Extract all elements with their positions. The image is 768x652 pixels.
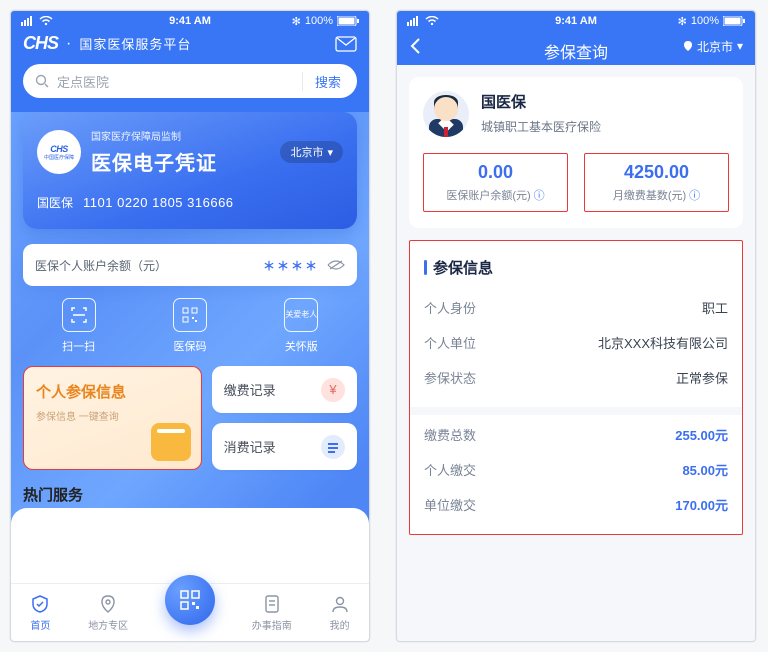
tab-bar: 首页 地方专区 办事指南 我的 (11, 583, 369, 641)
scan-icon (62, 298, 96, 332)
profile-card: 国医保 城镇职工基本医疗保险 0.00 医保账户余额(元)ⓘ 4250.00 月… (409, 77, 743, 228)
app-logo: CHS (23, 33, 58, 54)
signal-icon (407, 16, 421, 26)
folder-icon (151, 423, 191, 461)
tab-local[interactable]: 地方专区 (88, 593, 128, 632)
insurance-type: 城镇职工基本医疗保险 (481, 118, 601, 135)
status-bar: 9:41 AM ✻ 100% (11, 11, 369, 31)
quick-actions: 扫一扫 医保码 关爱老人 关怀版 (23, 298, 357, 354)
row-total: 缴费总数255.00元 (424, 417, 728, 452)
chevron-down-icon: ▾ (327, 146, 333, 159)
personal-insurance-subtitle: 参保信息 一键查询 (36, 408, 189, 423)
app-header: CHS · 国家医保服务平台 (11, 31, 369, 60)
card-supervisor: 国家医疗保障局监制 (91, 128, 217, 143)
user-icon (329, 593, 351, 615)
bluetooth-icon: ✻ (678, 15, 687, 28)
tab-mine[interactable]: 我的 (329, 593, 351, 632)
back-icon[interactable] (409, 37, 421, 55)
chevron-down-icon: ▾ (737, 39, 743, 53)
balance-value: 0.00 (430, 162, 561, 183)
search-icon (35, 74, 49, 88)
care-action[interactable]: 关爱老人 关怀版 (284, 298, 318, 354)
payment-record-card[interactable]: 缴费记录 ¥ (212, 366, 357, 413)
chs-badge-icon: CHS中国医疗保障 (37, 130, 81, 174)
eye-icon[interactable] (327, 259, 345, 271)
header: 9:41 AM ✻ 100% 参保查询 北京市 ▾ (397, 11, 755, 65)
body: 国医保 城镇职工基本医疗保险 0.00 医保账户余额(元)ⓘ 4250.00 月… (397, 65, 755, 641)
info-cards: 个人参保信息 参保信息 一键查询 缴费记录 ¥ 消费记录 (23, 366, 357, 470)
card-holder-name: 国医保 (37, 194, 73, 211)
tab-home[interactable]: 首页 (29, 593, 51, 632)
status-bar: 9:41 AM ✻ 100% (397, 11, 755, 31)
location-selector[interactable]: 北京市 ▾ (683, 38, 743, 55)
doc-icon (261, 593, 283, 615)
list-icon (321, 435, 345, 459)
qrcode-icon (173, 298, 207, 332)
search-placeholder: 定点医院 (57, 72, 302, 91)
qrcode-label: 医保码 (173, 338, 206, 354)
bluetooth-icon: ✻ (292, 15, 301, 28)
header: 9:41 AM ✻ 100% CHS · 国家医保服务平台 定点医院 搜索 (11, 11, 369, 112)
battery-icon (723, 16, 745, 26)
hot-services-title: 热门服务 (23, 484, 83, 505)
personal-insurance-card[interactable]: 个人参保信息 参保信息 一键查询 (23, 366, 202, 470)
pin-icon (97, 593, 119, 615)
yen-icon: ¥ (321, 378, 345, 402)
info-icon[interactable]: ⓘ (689, 187, 700, 203)
base-value: 4250.00 (591, 162, 722, 183)
battery-icon (337, 16, 359, 26)
row-company: 个人单位北京XXX科技有限公司 (424, 325, 728, 360)
base-stat[interactable]: 4250.00 月缴费基数(元)ⓘ (584, 153, 729, 212)
payment-record-label: 缴费记录 (224, 380, 276, 399)
qr-icon (179, 589, 201, 611)
city-selector[interactable]: 北京市 ▾ (280, 141, 343, 163)
avatar (423, 91, 469, 137)
insurance-info-card: 参保信息 个人身份职工 个人单位北京XXX科技有限公司 参保状态正常参保 缴费总… (409, 240, 743, 535)
tab-guide[interactable]: 办事指南 (252, 593, 292, 632)
shield-icon (29, 593, 51, 615)
balance-bar[interactable]: 医保个人账户余额（元） ＊＊＊＊ (23, 244, 357, 286)
wifi-icon (425, 16, 439, 26)
expense-record-card[interactable]: 消费记录 (212, 423, 357, 470)
center-qr-button[interactable] (165, 575, 215, 625)
row-status: 参保状态正常参保 (424, 360, 728, 395)
app-title: 国家医保服务平台 (79, 34, 191, 53)
scan-action[interactable]: 扫一扫 (62, 298, 96, 354)
city-label: 北京市 (290, 144, 323, 160)
info-section-title: 参保信息 (433, 257, 493, 278)
card-number: 1101 0220 1805 316666 (83, 195, 234, 210)
wifi-icon (39, 16, 53, 26)
search-button[interactable]: 搜索 (302, 72, 353, 91)
row-personal: 个人缴交85.00元 (424, 452, 728, 487)
balance-hidden: ＊＊＊＊ (263, 257, 319, 274)
profile-name: 国医保 (481, 91, 601, 112)
battery-text: 100% (691, 15, 719, 27)
row-company-pay: 单位缴交170.00元 (424, 487, 728, 522)
signal-icon (21, 16, 35, 26)
search-bar[interactable]: 定点医院 搜索 (23, 64, 357, 98)
base-label: 月缴费基数(元) (613, 187, 686, 203)
care-label: 关怀版 (285, 338, 318, 354)
pin-icon (683, 40, 693, 52)
balance-label: 医保个人账户余额（元） (35, 257, 167, 274)
qrcode-action[interactable]: 医保码 (173, 298, 207, 354)
main-panel: CHS中国医疗保障 国家医疗保障局监制 医保电子凭证 北京市 ▾ 国医保 110… (11, 112, 369, 641)
location-label: 北京市 (697, 38, 733, 55)
scan-label: 扫一扫 (62, 338, 95, 354)
balance-label: 医保账户余额(元) (446, 187, 530, 203)
balance-stat[interactable]: 0.00 医保账户余额(元)ⓘ (423, 153, 568, 212)
phone-query: 9:41 AM ✻ 100% 参保查询 北京市 ▾ (396, 10, 756, 642)
care-icon: 关爱老人 (284, 298, 318, 332)
card-title: 医保电子凭证 (91, 147, 217, 176)
info-icon[interactable]: ⓘ (534, 187, 545, 203)
row-identity: 个人身份职工 (424, 290, 728, 325)
phone-home: 9:41 AM ✻ 100% CHS · 国家医保服务平台 定点医院 搜索 (10, 10, 370, 642)
personal-insurance-title: 个人参保信息 (36, 381, 189, 402)
expense-record-label: 消费记录 (224, 437, 276, 456)
insurance-card[interactable]: CHS中国医疗保障 国家医疗保障局监制 医保电子凭证 北京市 ▾ 国医保 110… (23, 112, 357, 229)
mail-icon[interactable] (335, 36, 357, 52)
battery-text: 100% (305, 15, 333, 27)
